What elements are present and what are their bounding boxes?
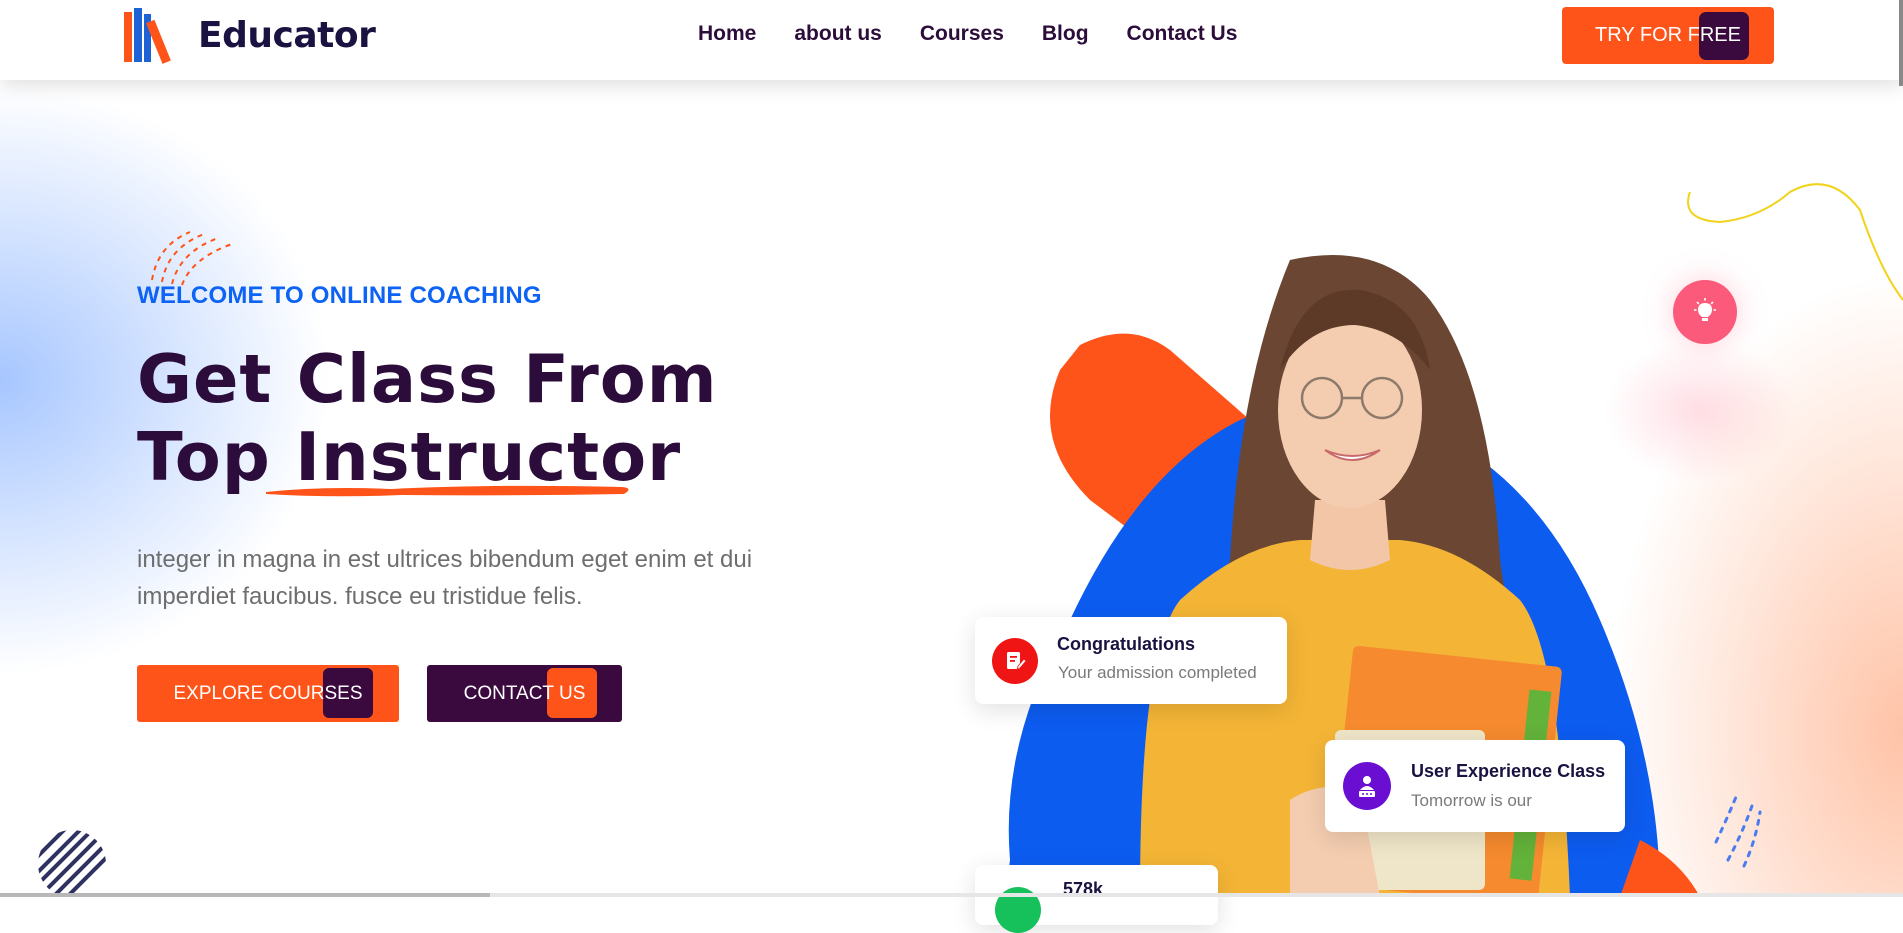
nav-home[interactable]: Home xyxy=(698,22,756,46)
explore-courses-label: EXPLORE COURSES xyxy=(173,682,363,704)
contact-us-label: CONTACT US xyxy=(463,682,586,704)
congratulations-card: Congratulations Your admission completed xyxy=(975,617,1287,704)
try-for-free-button[interactable]: TRY FOR FREE xyxy=(1562,7,1774,64)
yellow-squiggle-decoration xyxy=(1687,183,1903,301)
card-subtitle: Tomorrow is our xyxy=(1411,791,1532,810)
card-title: User Experience Class xyxy=(1411,761,1606,781)
explore-courses-button[interactable]: EXPLORE COURSES xyxy=(137,665,399,722)
brush-underline-decoration xyxy=(266,485,629,497)
lightbulb-icon xyxy=(1673,280,1737,344)
site-header: Educator Home about us Courses Blog Cont… xyxy=(0,0,1903,80)
brand-logo[interactable]: Educator xyxy=(124,6,376,64)
nav-contact-us[interactable]: Contact Us xyxy=(1127,22,1238,46)
user-award-icon xyxy=(1343,762,1391,810)
card-subtitle: Your admission completed xyxy=(1058,663,1257,682)
scrollbar[interactable] xyxy=(1899,0,1903,86)
horizontal-scrollbar[interactable] xyxy=(0,893,1903,897)
books-logo-icon xyxy=(124,8,171,64)
main-nav: Home about us Courses Blog Contact Us xyxy=(698,22,1237,46)
nav-blog[interactable]: Blog xyxy=(1042,22,1089,46)
user-experience-card: User Experience Class Tomorrow is our xyxy=(1325,740,1625,832)
try-for-free-label: TRY FOR FREE xyxy=(1595,24,1741,46)
blue-dash-decoration xyxy=(1714,790,1762,868)
brand-name: Educator xyxy=(198,14,376,56)
nav-about-us[interactable]: about us xyxy=(794,22,882,46)
hero-eyebrow: WELCOME TO ONLINE COACHING xyxy=(137,282,542,309)
hero-title: Get Class From Top Instructor xyxy=(137,340,718,496)
card-title: Congratulations xyxy=(1057,634,1195,654)
document-edit-icon xyxy=(992,638,1038,684)
dash-pattern-decoration xyxy=(151,231,233,286)
hatched-circle-decoration xyxy=(38,830,106,897)
hero-description: integer in magna in est ultrices bibendu… xyxy=(137,546,753,610)
scrollbar-thumb[interactable] xyxy=(0,893,490,897)
nav-courses[interactable]: Courses xyxy=(920,22,1004,46)
hero-title-line-1: Get Class From xyxy=(137,340,718,418)
contact-us-button[interactable]: CONTACT US xyxy=(427,665,622,722)
